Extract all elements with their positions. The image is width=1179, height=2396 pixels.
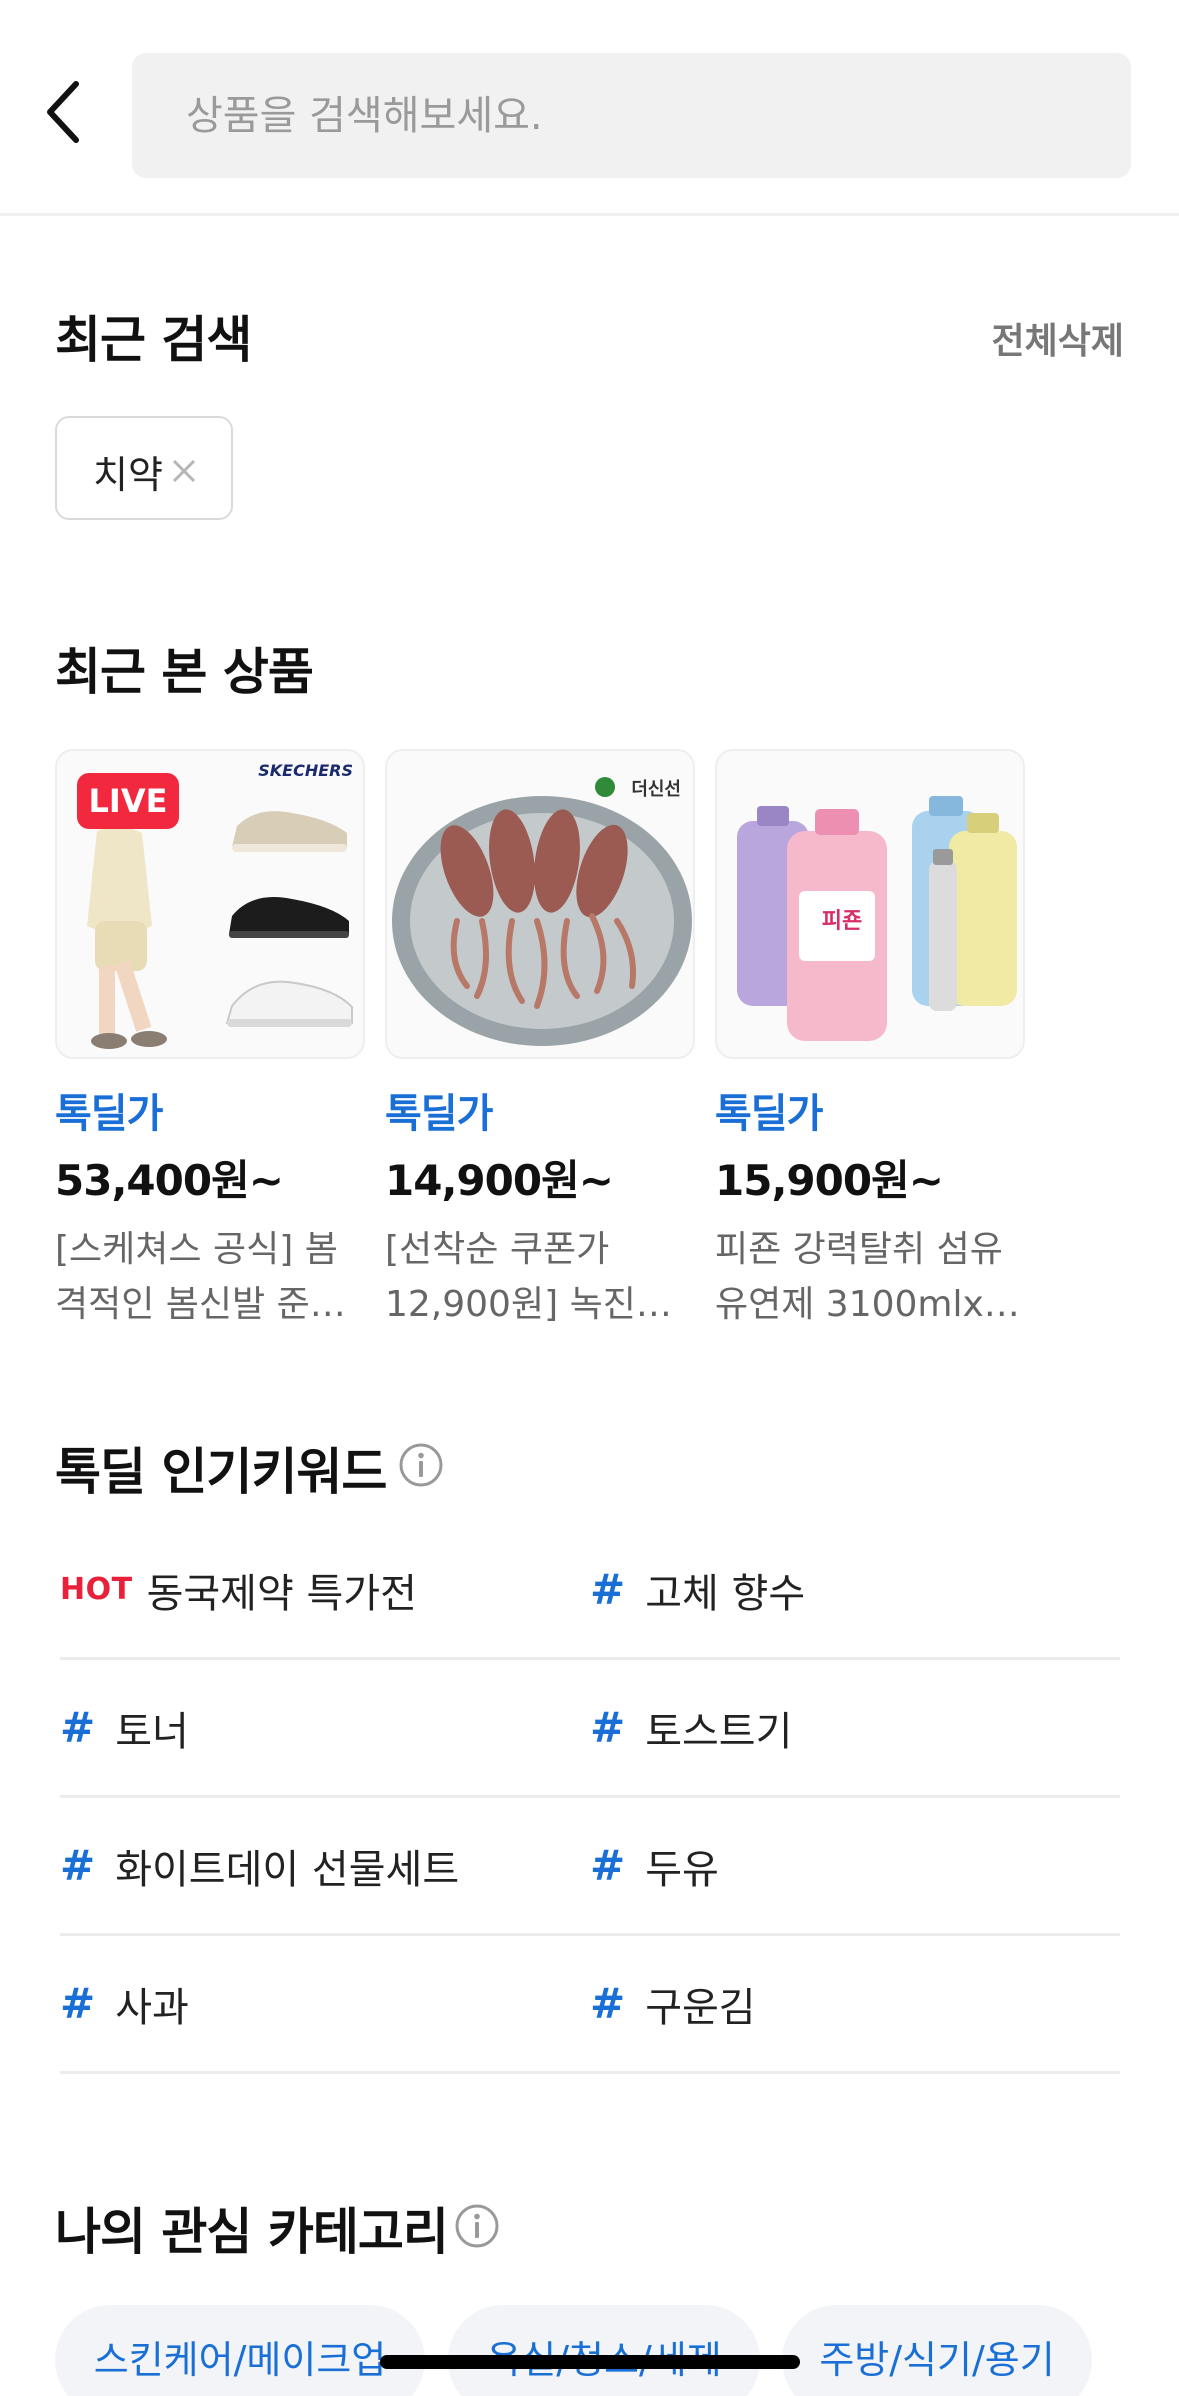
keyword-label: 동국제약 특가전 [146,1570,417,1617]
keyword-row: # 토너 # 토스트기 [60,1660,1120,1798]
clear-all-button[interactable]: 전체삭제 [992,312,1124,364]
home-indicator [380,2355,800,2369]
keyword-row: HOT 동국제약 특가전 # 고체 향수 [60,1522,1120,1660]
product-card[interactable]: 더신선 톡딜가 14,900원~ [선착순 쿠폰가 12,900원] 녹진… [385,749,695,1332]
keyword-label: 구운김 [645,1984,756,2031]
interest-categories-title: 나의 관심 카테고리 [55,2203,449,2261]
keyword-item[interactable]: # 사과 [60,1936,189,2071]
product-desc-line2: 12,900원] 녹진… [385,1284,672,1325]
product-image: 피죤 [715,749,1025,1059]
chevron-left-icon [47,81,79,143]
category-pill[interactable]: 스킨케어/메이크업 [55,2305,425,2396]
keyword-item[interactable]: HOT 동국제약 특가전 [60,1522,417,1657]
product-desc-line2: 유연제 3100mlx… [715,1284,1020,1325]
top-bar [0,0,1179,216]
keyword-row: # 사과 # 구운김 [60,1936,1120,2074]
keyword-item[interactable]: # 구운김 [590,1936,756,2071]
keyword-item[interactable]: # 토스트기 [590,1660,792,1795]
keyword-item[interactable]: # 고체 향수 [590,1522,805,1657]
product-desc-line1: [선착순 쿠폰가 [385,1229,610,1270]
hash-icon: # [590,1703,626,1752]
hash-icon: # [60,1979,96,2028]
keyword-label: 토스트기 [645,1708,793,1755]
keyword-label: 두유 [645,1846,719,1893]
keyword-item[interactable]: # 토너 [60,1660,189,1795]
keyword-label: 고체 향수 [645,1570,806,1617]
recent-products-title: 최근 본 상품 [55,643,314,701]
product-price: 14,900원~ [385,1156,614,1205]
keyword-item[interactable]: # 화이트데이 선물세트 [60,1798,459,1933]
hash-icon: # [590,1979,626,2028]
product-price: 15,900원~ [715,1156,944,1205]
hash-icon: # [60,1703,96,1752]
deal-tag: 톡딜가 [55,1091,163,1137]
keyword-label: 화이트데이 선물세트 [115,1846,460,1893]
back-button[interactable] [40,76,96,148]
search-box[interactable] [132,53,1131,178]
product-card[interactable]: LIVE SKECHERS 톡딜가 53,400원~ [스케쳐스 공식] 봄 격… [55,749,365,1332]
category-pill[interactable]: 주방/식기/용기 [782,2305,1092,2396]
deal-tag: 톡딜가 [715,1091,823,1137]
info-icon[interactable] [454,2203,500,2249]
product-price: 53,400원~ [55,1156,284,1205]
popular-keywords-title: 톡딜 인기키워드 [55,1443,387,1501]
hot-badge: HOT [60,1572,133,1607]
recent-search-chip[interactable]: 치약 [55,416,233,520]
deal-tag: 톡딜가 [385,1091,493,1137]
hash-icon: # [60,1841,96,1890]
keyword-row: # 화이트데이 선물세트 # 두유 [60,1798,1120,1936]
search-input[interactable] [186,53,1086,178]
hash-icon: # [590,1841,626,1890]
brand-logo: 피죤 [821,909,863,934]
keyword-label: 토너 [115,1708,189,1755]
category-pill[interactable]: 욕실/청소/세제 [448,2305,760,2396]
keyword-label: 사과 [115,1984,189,2031]
keyword-item[interactable]: # 두유 [590,1798,719,1933]
brand-logo: SKECHERS [258,761,353,780]
close-icon[interactable] [169,456,199,486]
recent-search-title: 최근 검색 [55,311,252,369]
recent-search-chip-label: 치약 [93,453,163,497]
product-image: LIVE SKECHERS [55,749,365,1059]
brand-logo: 더신선 [631,779,681,800]
live-badge: LIVE [77,773,179,829]
product-desc-line2: 격적인 봄신발 준… [55,1284,346,1325]
product-image: 더신선 [385,749,695,1059]
info-icon[interactable] [398,1442,444,1488]
product-card[interactable]: 피죤 톡딜가 15,900원~ 피죤 강력탈취 섬유 유연제 3100mlx… [715,749,1025,1332]
hash-icon: # [590,1565,626,1614]
product-desc-line1: [스케쳐스 공식] 봄 [55,1229,338,1270]
product-desc-line1: 피죤 강력탈취 섬유 [715,1229,1003,1270]
